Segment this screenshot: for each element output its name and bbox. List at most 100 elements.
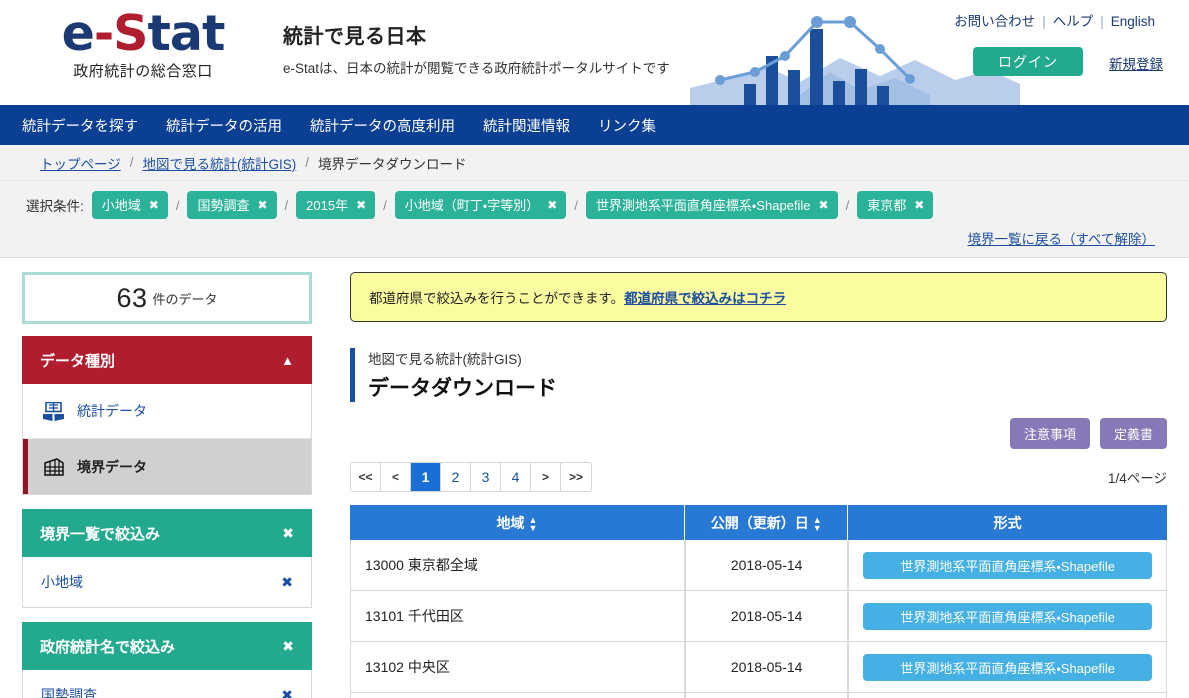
sidebar-item-boundary-data[interactable]: 境界データ <box>23 439 311 494</box>
sort-arrows-icon[interactable]: ▲ ▼ <box>813 515 822 532</box>
nav-item-links[interactable]: リンク集 <box>598 115 656 136</box>
result-count-unit: 件のデータ <box>152 291 218 307</box>
chip-separator-2: / <box>284 197 289 213</box>
pagination-page-2[interactable]: 2 <box>441 463 471 491</box>
chip-remove-icon[interactable]: ✖ <box>819 198 829 212</box>
selected-conditions-bar: 選択条件: 小地域 ✖ / 国勢調査 ✖ / 2015年 ✖ / 小地域（町丁・字等別… <box>0 181 1189 258</box>
facet-data-type: データ種別 ▲ 統計データ 境界データ <box>22 336 312 495</box>
pagination-page-1[interactable]: 1 <box>411 463 441 491</box>
table-row: 13103 港区 2018-05-14 世界測地系平面直角座標系・Shapefi… <box>350 693 1167 698</box>
contact-link[interactable]: お問い合わせ <box>954 14 1035 29</box>
close-icon[interactable]: ✖ <box>282 639 294 653</box>
logo-subtitle: 政府統計の総合窓口 <box>73 63 213 81</box>
facet-header-boundary-list[interactable]: 境界一覧で絞込み ✖ <box>22 509 312 557</box>
prefecture-filter-notice: 都道府県で絞込みを行うことができます。 都道府県で絞込みはコチラ <box>350 272 1167 322</box>
document-buttons: 注意事項 定義書 <box>350 418 1167 449</box>
sidebar-item-census[interactable]: 国勢調査 ✖ <box>23 670 311 698</box>
definition-button[interactable]: 定義書 <box>1099 418 1167 449</box>
chip-label: 小地域 <box>101 198 141 213</box>
column-label: 地域 <box>496 514 525 531</box>
site-header: e-Stat 政府統計の総合窓口 統計で見る日本 e-Statは、日本の統計が閲… <box>0 0 1189 105</box>
pagination-last[interactable]: >> <box>561 463 591 491</box>
breadcrumb-item-top[interactable]: トップページ <box>40 153 121 173</box>
remove-filter-icon[interactable]: ✖ <box>281 575 293 589</box>
chip-label: 2015年 <box>306 198 349 213</box>
condition-chip-census[interactable]: 国勢調査 ✖ <box>187 191 277 219</box>
download-format-button[interactable]: 世界測地系平面直角座標系・Shapefile <box>863 653 1152 681</box>
condition-chip-area-division[interactable]: 小地域（町丁・字等別） ✖ <box>394 191 567 219</box>
page-title-block: 地図で見る統計(統計GIS) データダウンロード <box>350 348 1167 402</box>
site-logo[interactable]: e-Stat 政府統計の総合窓口 <box>34 8 252 81</box>
download-format-button[interactable]: 世界測地系平面直角座標系・Shapefile <box>863 602 1152 630</box>
chip-remove-icon[interactable]: ✖ <box>257 198 267 212</box>
breadcrumb-separator-1: / <box>129 155 134 170</box>
help-link[interactable]: ヘルプ <box>1053 14 1094 29</box>
close-icon[interactable]: ✖ <box>282 526 294 540</box>
chip-remove-icon[interactable]: ✖ <box>547 198 557 212</box>
reset-row: 境界一覧に戻る（すべて解除） <box>26 228 1163 249</box>
facet-title: 境界一覧で絞込み <box>40 525 161 543</box>
chevron-up-icon[interactable]: ▲ <box>281 354 294 367</box>
pagination-row: << < 1 2 3 4 > >> 1/4ページ <box>350 462 1167 492</box>
chip-separator-3: / <box>383 197 387 213</box>
facet-body-statistic-name: 国勢調査 ✖ <box>22 670 312 698</box>
facet-statistic-name: 政府統計名で絞込み ✖ 国勢調査 ✖ <box>22 622 312 698</box>
notes-button[interactable]: 注意事項 <box>1009 418 1090 449</box>
conditions-label: 選択条件: <box>26 199 84 214</box>
condition-chip-small-area[interactable]: 小地域 ✖ <box>91 191 168 219</box>
breadcrumb-item-gis[interactable]: 地図で見る統計(統計GIS) <box>143 153 297 173</box>
facet-header-statistic-name[interactable]: 政府統計名で絞込み ✖ <box>22 622 312 670</box>
chip-remove-icon[interactable]: ✖ <box>914 198 924 212</box>
remove-filter-icon[interactable]: ✖ <box>281 688 293 698</box>
sort-arrows-icon[interactable]: ▲ ▼ <box>529 515 538 532</box>
book-icon <box>41 400 65 422</box>
table-row: 13102 中央区 2018-05-14 世界測地系平面直角座標系・Shapef… <box>350 642 1167 693</box>
result-count-number: 63 <box>116 282 148 313</box>
pagination-next[interactable]: > <box>531 463 561 491</box>
sidebar-item-label: 小地域 <box>41 574 83 590</box>
nav-item-advanced-usage[interactable]: 統計データの高度利用 <box>310 115 455 136</box>
cell-date: 2018-05-14 <box>684 642 849 693</box>
breadcrumb: トップページ / 地図で見る統計(統計GIS) / 境界データダウンロード <box>0 145 1189 181</box>
condition-chip-coordinate-format[interactable]: 世界測地系平面直角座標系・Shapefile ✖ <box>585 191 838 219</box>
column-label: 公開（更新）日 <box>710 514 809 531</box>
condition-chip-prefecture[interactable]: 東京都 ✖ <box>857 191 934 219</box>
register-link[interactable]: 新規登録 <box>1109 53 1163 73</box>
table-row: 13101 千代田区 2018-05-14 世界測地系平面直角座標系・Shape… <box>350 591 1167 642</box>
sidebar-item-label: 国勢調査 <box>41 687 97 698</box>
page-body: 63 件のデータ データ種別 ▲ 統計データ 境界データ 境界一覧で絞込み ✖ … <box>0 258 1189 698</box>
condition-chip-year[interactable]: 2015年 ✖ <box>296 191 376 219</box>
cell-date: 2018-05-14 <box>684 540 849 591</box>
result-count-box: 63 件のデータ <box>22 272 312 324</box>
login-button[interactable]: ログイン <box>973 47 1083 76</box>
reset-all-conditions-link[interactable]: 境界一覧に戻る（すべて解除） <box>967 232 1155 247</box>
cell-area: 13000 東京都全域 <box>350 540 685 591</box>
chip-separator-4: / <box>574 197 578 213</box>
pagination-prev[interactable]: < <box>381 463 411 491</box>
pagination-first[interactable]: << <box>351 463 381 491</box>
download-format-button[interactable]: 世界測地系平面直角座標系・Shapefile <box>863 551 1152 579</box>
utility-separator-2: | <box>1100 14 1104 29</box>
prefecture-filter-link[interactable]: 都道府県で絞込みはコチラ <box>624 287 786 307</box>
column-header-area[interactable]: 地域 ▲ ▼ <box>350 505 685 540</box>
main-content: 都道府県で絞込みを行うことができます。 都道府県で絞込みはコチラ 地図で見る統計(… <box>350 272 1167 698</box>
nav-item-search-data[interactable]: 統計データを探す <box>22 115 138 136</box>
pagination-page-4[interactable]: 4 <box>501 463 531 491</box>
sidebar-item-label: 境界データ <box>77 458 147 475</box>
chip-remove-icon[interactable]: ✖ <box>149 198 159 212</box>
cell-format: 世界測地系平面直角座標系・Shapefile <box>848 642 1167 693</box>
pagination-page-3[interactable]: 3 <box>471 463 501 491</box>
nav-item-related-info[interactable]: 統計関連情報 <box>483 115 570 136</box>
nav-item-data-usage[interactable]: 統計データの活用 <box>166 115 282 136</box>
english-link[interactable]: English <box>1111 14 1155 29</box>
facet-boundary-list: 境界一覧で絞込み ✖ 小地域 ✖ <box>22 509 312 608</box>
facet-header-data-type[interactable]: データ種別 ▲ <box>22 336 312 384</box>
sidebar-item-small-area[interactable]: 小地域 ✖ <box>23 557 311 607</box>
cell-date: 2018-05-14 <box>684 693 849 698</box>
page-title-supertext: 地図で見る統計(統計GIS) <box>368 352 522 367</box>
sidebar-item-statistical-data[interactable]: 統計データ <box>23 384 311 439</box>
chip-remove-icon[interactable]: ✖ <box>356 198 366 212</box>
page-title: データダウンロード <box>368 377 557 400</box>
column-label: 形式 <box>993 514 1022 531</box>
column-header-date[interactable]: 公開（更新）日 ▲ ▼ <box>684 505 849 540</box>
